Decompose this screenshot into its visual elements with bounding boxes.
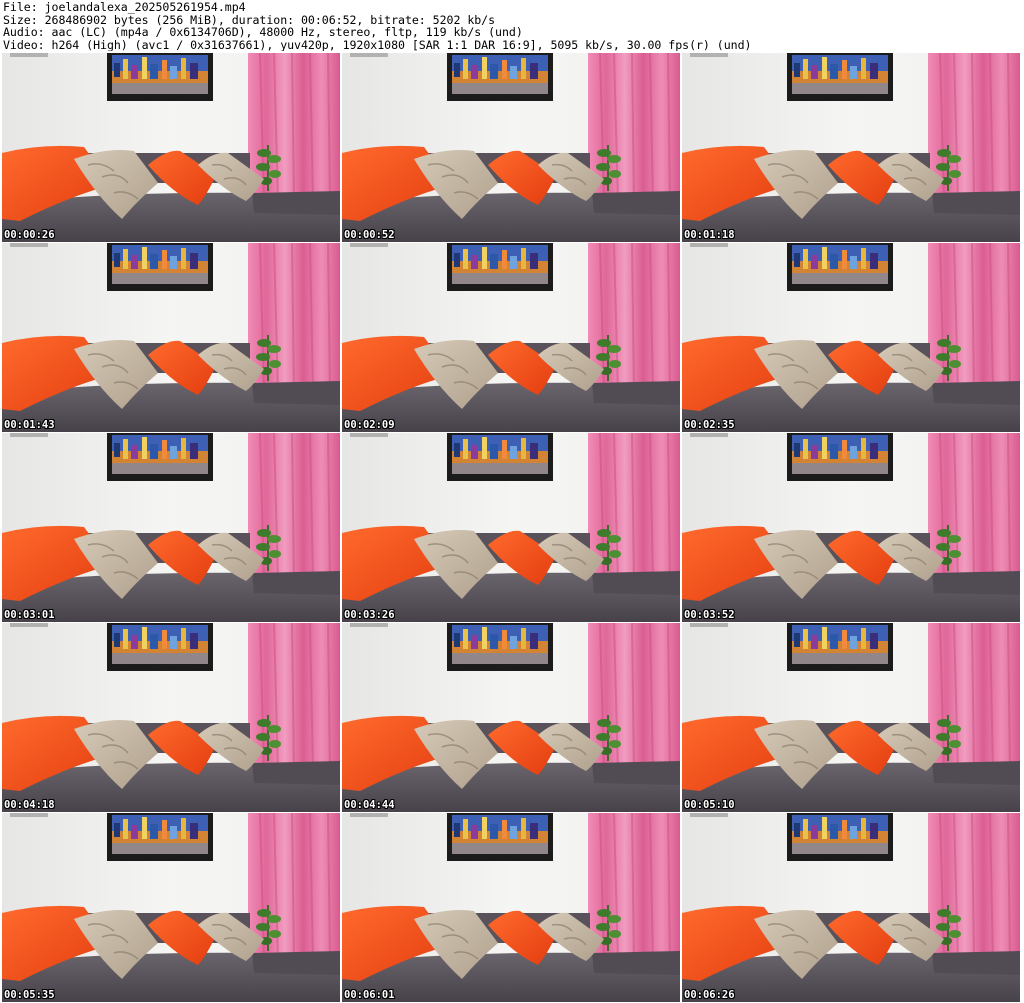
thumbnail-frame-image [342, 243, 680, 432]
video-thumbnail-12[interactable]: 00:05:10 [682, 623, 1020, 812]
video-thumbnail-10[interactable]: 00:04:18 [2, 623, 340, 812]
thumbnail-frame-image [682, 813, 1020, 1002]
thumbnail-frame-image [682, 623, 1020, 812]
file-name-line: File: joelandalexa_202505261954.mp4 [3, 1, 246, 14]
video-thumbnail-3[interactable]: 00:01:18 [682, 53, 1020, 242]
video-thumbnail-14[interactable]: 00:06:01 [342, 813, 680, 1002]
video-thumbnail-11[interactable]: 00:04:44 [342, 623, 680, 812]
video-thumbnail-2[interactable]: 00:00:52 [342, 53, 680, 242]
thumbnail-frame-image [342, 623, 680, 812]
thumbnail-frame-image [342, 433, 680, 622]
video-thumbnail-1[interactable]: 00:00:26 [2, 53, 340, 242]
video-thumbnail-6[interactable]: 00:02:35 [682, 243, 1020, 432]
thumbnail-frame-image [2, 243, 340, 432]
thumbnail-frame-image [682, 53, 1020, 242]
video-thumbnail-9[interactable]: 00:03:52 [682, 433, 1020, 622]
thumbnail-frame-image [2, 623, 340, 812]
video-thumbnail-15[interactable]: 00:06:26 [682, 813, 1020, 1002]
video-info-line: Video: h264 (High) (avc1 / 0x31637661), … [3, 37, 752, 51]
video-info-header: File: joelandalexa_202505261954.mp4 Size:… [3, 1, 1021, 51]
thumbnail-frame-image [342, 53, 680, 242]
thumbnail-frame-image [682, 243, 1020, 432]
thumbnail-frame-image [2, 813, 340, 1002]
video-thumbnail-7[interactable]: 00:03:01 [2, 433, 340, 622]
video-thumbnail-13[interactable]: 00:05:35 [2, 813, 340, 1002]
video-thumbnail-8[interactable]: 00:03:26 [342, 433, 680, 622]
audio-info-line: Audio: aac (LC) (mp4a / 0x6134706D), 480… [3, 25, 523, 39]
thumbnail-frame-image [342, 813, 680, 1002]
thumbnail-frame-image [2, 53, 340, 242]
thumbnail-frame-image [2, 433, 340, 622]
thumbnail-grid: 00:00:26 00:00:52 00:01:18 00:01:43 00:0… [2, 53, 1022, 1003]
thumbnail-frame-image [682, 433, 1020, 622]
video-thumbnail-4[interactable]: 00:01:43 [2, 243, 340, 432]
video-thumbnail-5[interactable]: 00:02:09 [342, 243, 680, 432]
